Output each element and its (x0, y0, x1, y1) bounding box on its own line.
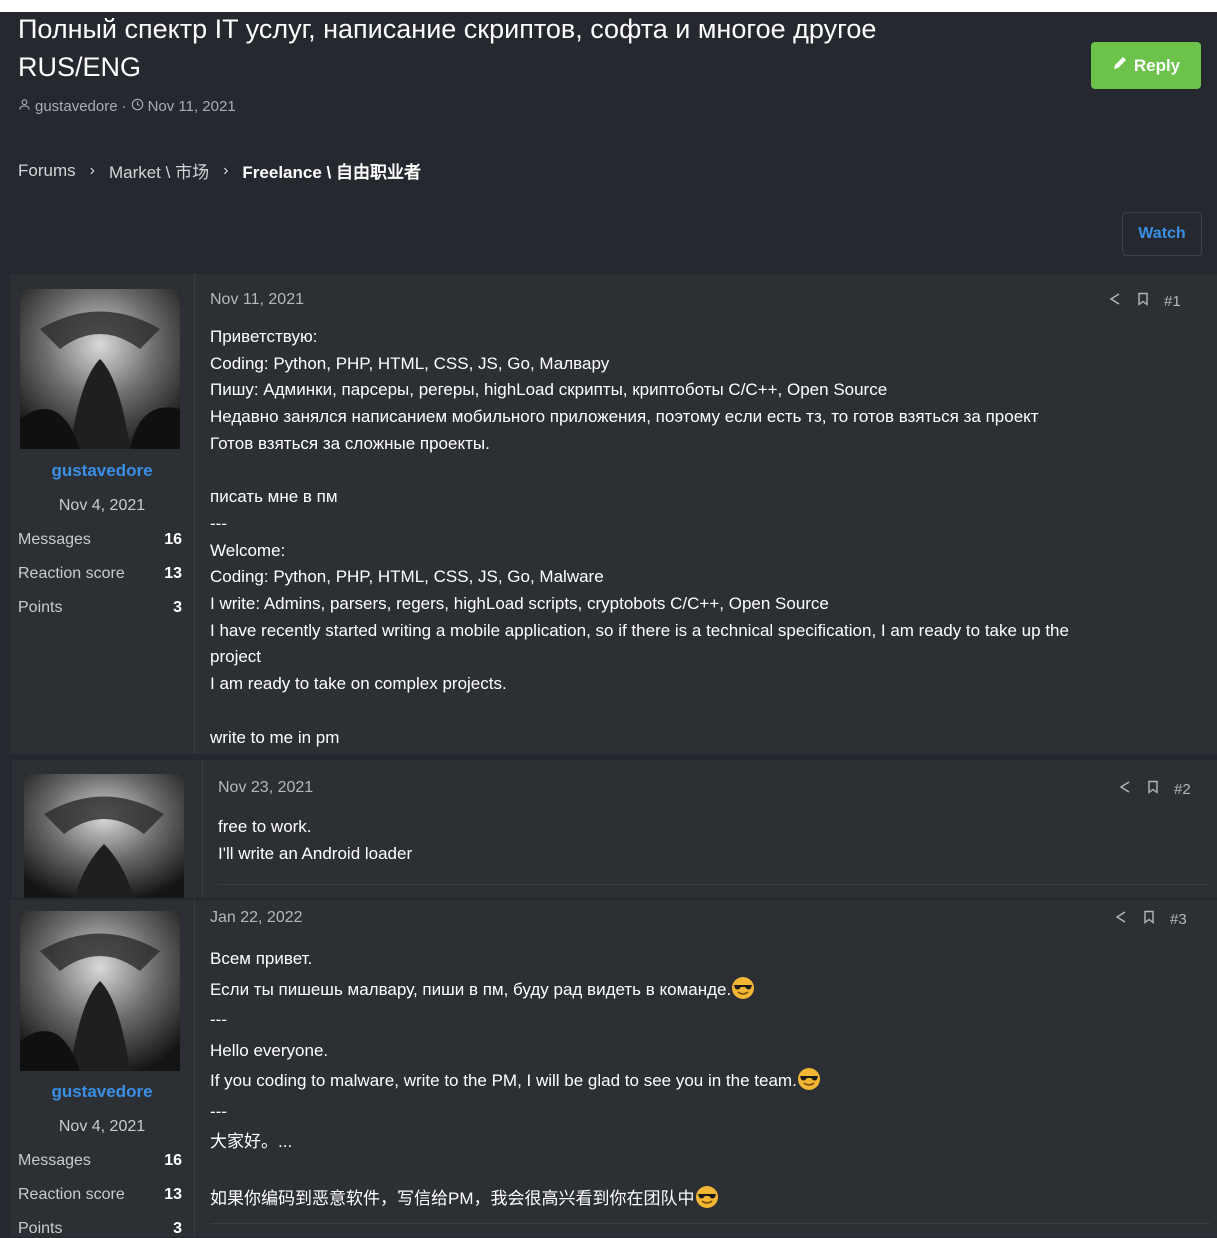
stat-messages: Messages 16 (18, 531, 182, 548)
chevron-right-icon: › (89, 161, 95, 179)
post-line: Hello everyone. (210, 1040, 329, 1060)
post-actions: #3 (1114, 910, 1187, 928)
breadcrumb-forums[interactable]: Forums (18, 161, 76, 181)
post-line: Готов взяться за сложные проекты. (210, 433, 490, 453)
post-line: 大家好。... (210, 1132, 293, 1151)
post-line: писать мне в пм (210, 487, 338, 507)
share-icon[interactable] (1114, 910, 1128, 928)
post-line: project (210, 647, 262, 667)
post-line: I have recently started writing a mobile… (210, 620, 1069, 640)
post-line (210, 458, 1210, 485)
post-3-user-panel: gustavedore Nov 4, 2021 Messages 16 React… (10, 900, 195, 1237)
post-line: Недавно занялся написанием мобильного пр… (210, 407, 1039, 427)
post-line: Welcome: (210, 540, 286, 560)
post-2-user-panel (12, 760, 203, 898)
watch-button[interactable]: Watch (1122, 212, 1202, 256)
post-line: Coding: Python, PHP, HTML, CSS, JS, Go, … (210, 567, 604, 587)
thread-title-line2: RUS/ENG (18, 52, 142, 82)
post-line: I write: Admins, parsers, regers, highLo… (210, 594, 829, 614)
avatar[interactable] (20, 911, 180, 1071)
post-date[interactable]: Nov 23, 2021 (218, 779, 313, 797)
post-number[interactable]: #1 (1164, 293, 1181, 310)
post-line: Пишу: Админки, парсеры, регеры, highLoad… (210, 380, 888, 400)
chevron-right-icon: › (223, 161, 229, 179)
user-joined-date: Nov 4, 2021 (58, 497, 146, 514)
stat-messages: Messages 16 (18, 1152, 182, 1169)
breadcrumb-market[interactable]: Market \ 市场 (109, 158, 209, 183)
post-line: 如果你编码到恶意软件，写信给PM，我会很高兴看到你在团队中 (210, 1184, 1210, 1215)
post-body: free to work. I'll write an Android load… (218, 814, 1208, 867)
post-divider (218, 884, 1208, 885)
post-1-user-panel: gustavedore Nov 4, 2021 Messages 16 React… (10, 274, 195, 754)
sunglasses-emoji-icon (695, 1185, 719, 1209)
post-number[interactable]: #2 (1174, 781, 1191, 798)
user-joined-date: Nov 4, 2021 (58, 1118, 146, 1135)
stat-points: Points 3 (18, 1220, 182, 1237)
post-line: Если ты пишешь малвару, пиши в пм, буду … (210, 975, 1210, 1006)
post-body: Всем привет. Если ты пишешь малвару, пиш… (210, 944, 1210, 1215)
post-date[interactable]: Jan 22, 2022 (210, 909, 303, 927)
post-line: --- (210, 1010, 227, 1029)
stat-points: Points 3 (18, 599, 182, 616)
post-actions: #1 (1108, 292, 1181, 310)
post-line: Coding: Python, PHP, HTML, CSS, JS, Go, … (210, 353, 610, 373)
username-link[interactable]: gustavedore (10, 1082, 194, 1102)
sunglasses-emoji-icon (731, 976, 755, 1000)
avatar[interactable] (24, 774, 184, 898)
post-line: If you coding to malware, write to the P… (210, 1066, 1210, 1097)
post-1: gustavedore Nov 4, 2021 Messages 16 React… (10, 274, 1217, 754)
post-line: --- (210, 513, 227, 533)
thread-title-line1: Полный спектр IT услуг, написание скрипт… (18, 14, 877, 44)
bookmark-icon[interactable] (1146, 780, 1160, 798)
breadcrumb: Forums › Market \ 市场 › Freelance \ 自由职业者 (18, 158, 421, 183)
post-line: Приветствую: (210, 327, 318, 346)
post-line (210, 1158, 1210, 1185)
sunglasses-emoji-icon (797, 1067, 821, 1091)
thread-title: Полный спектр IT услуг, написание скрипт… (18, 10, 1058, 86)
post-actions: #2 (1118, 780, 1191, 798)
post-line (210, 698, 1210, 725)
post-2: Nov 23, 2021 #2 free to work. I'll write… (12, 760, 1217, 898)
post-divider (210, 1223, 1210, 1224)
avatar[interactable] (20, 289, 180, 449)
user-icon (18, 98, 31, 115)
bookmark-icon[interactable] (1142, 910, 1156, 928)
username-link[interactable]: gustavedore (10, 461, 194, 481)
stat-reaction-score: Reaction score 13 (18, 1186, 182, 1203)
reply-button-label: Reply (1133, 55, 1181, 75)
post-line: I am ready to take on complex projects. (210, 674, 507, 694)
post-date[interactable]: Nov 11, 2021 (210, 291, 304, 309)
bookmark-icon[interactable] (1136, 292, 1150, 310)
thread-author-link[interactable]: gustavedore (35, 98, 118, 115)
post-3: gustavedore Nov 4, 2021 Messages 16 React… (10, 900, 1217, 1237)
thread-meta: gustavedore · Nov 11, 2021 (18, 98, 236, 115)
post-line: Всем привет. (210, 949, 313, 968)
pencil-icon (1112, 55, 1128, 76)
breadcrumb-freelance[interactable]: Freelance \ 自由职业者 (242, 158, 421, 183)
post-body: Приветствую: Coding: Python, PHP, HTML, … (210, 324, 1210, 751)
post-line: write to me in pm (210, 727, 340, 747)
clock-icon (131, 98, 144, 115)
thread-date[interactable]: Nov 11, 2021 (148, 98, 236, 115)
post-number[interactable]: #3 (1170, 911, 1187, 928)
post-line: --- (210, 1101, 227, 1121)
post-line: I'll write an Android loader (218, 843, 413, 863)
stat-reaction-score: Reaction score 13 (18, 565, 182, 582)
top-edge (0, 0, 1217, 12)
thread-header: Полный спектр IT услуг, написание скрипт… (0, 0, 1217, 273)
share-icon[interactable] (1108, 292, 1122, 310)
post-line: free to work. (218, 817, 312, 836)
reply-button[interactable]: Reply (1091, 42, 1201, 89)
share-icon[interactable] (1118, 780, 1132, 798)
